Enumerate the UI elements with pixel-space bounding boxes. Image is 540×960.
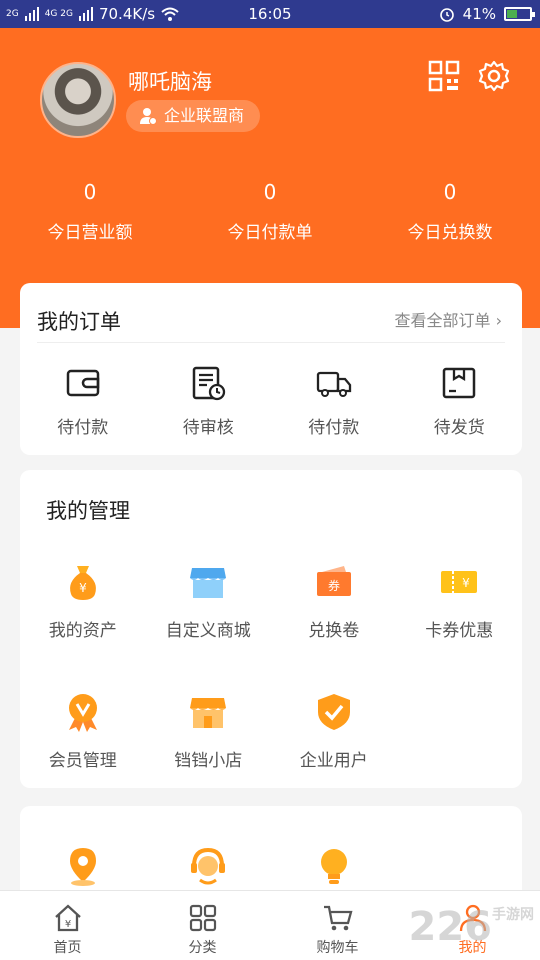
my-assets-button[interactable]: ¥ 我的资产 [20, 562, 146, 641]
location-pin-icon [69, 848, 96, 886]
today-stats: 0 今日营业额 0 今日付款单 0 今日兑换数 [0, 180, 540, 243]
order-label: 待付款 [57, 418, 109, 438]
stat-sales[interactable]: 0 今日营业额 [0, 180, 180, 243]
order-pending-shipment[interactable]: 待发货 [397, 365, 523, 438]
money-bag-icon: ¥ [69, 566, 96, 600]
shop-icon [190, 698, 227, 728]
svg-text:券: 券 [328, 578, 340, 593]
enterprise-users-button[interactable]: 企业用户 [271, 692, 397, 771]
management-title: 我的管理 [46, 499, 130, 523]
svg-text:¥: ¥ [64, 919, 70, 930]
verified-user-icon [140, 108, 157, 125]
stat-value: 0 [443, 180, 457, 204]
stat-label: 今日付款单 [227, 223, 313, 243]
battery-icon [504, 7, 535, 21]
orders-row: 待付款 待审核 待付款 待发货 [20, 365, 522, 438]
tips-button[interactable] [271, 846, 397, 886]
stat-label: 今日兑换数 [407, 223, 493, 243]
watermark-sub: 手游网 [492, 907, 534, 923]
lightbulb-icon [320, 849, 347, 884]
management-label: 自定义商城 [165, 621, 251, 641]
dangdang-shop-button[interactable]: 铛铛小店 [146, 692, 272, 771]
divider [37, 342, 505, 343]
view-all-label: 查看全部订单 [394, 311, 491, 330]
package-icon [443, 367, 476, 399]
orders-card: 我的订单 查看全部订单 › 待付款 待审核 待付款 待发货 [20, 283, 522, 455]
merchant-badge: 企业联盟商 [126, 100, 261, 132]
stat-value: 0 [83, 180, 97, 204]
voucher-icon: 券 [316, 566, 351, 596]
shield-check-icon [317, 694, 350, 730]
management-card: 我的管理 ¥ 我的资产 自定义商城 券 兑换卷 ¥ 卡券优惠 会员管理 铛铛小店 [20, 470, 522, 788]
management-label: 企业用户 [299, 751, 368, 771]
tab-category[interactable]: 分类 [135, 891, 270, 960]
chevron-right-icon: › [495, 311, 502, 330]
tab-label: 首页 [53, 940, 82, 956]
tab-home[interactable]: ¥ 首页 [0, 891, 135, 960]
management-label: 兑换卷 [308, 621, 360, 641]
member-badge-icon [68, 694, 97, 732]
gear-icon[interactable] [478, 60, 510, 92]
order-pending-review[interactable]: 待审核 [146, 365, 272, 438]
truck-icon [316, 371, 351, 397]
member-management-button[interactable]: 会员管理 [20, 692, 146, 771]
order-label: 待发货 [433, 418, 485, 438]
coupon-discount-button[interactable]: ¥ 卡券优惠 [397, 562, 523, 641]
watermark-text: 226 [408, 904, 493, 950]
management-label: 卡券优惠 [425, 621, 494, 641]
order-pending-payment[interactable]: 待付款 [20, 365, 146, 438]
management-label: 我的资产 [48, 621, 117, 641]
tab-label: 购物车 [316, 940, 359, 956]
order-label: 待审核 [182, 418, 234, 438]
services-row [20, 846, 522, 886]
battery-percent: 41% [462, 5, 496, 23]
management-label: 会员管理 [48, 751, 117, 771]
management-row-1: ¥ 我的资产 自定义商城 券 兑换卷 ¥ 卡券优惠 [20, 562, 522, 641]
store-icon [190, 568, 227, 598]
orders-title: 我的订单 [37, 310, 121, 334]
coupon-icon: ¥ [441, 571, 478, 593]
qr-code-icon[interactable] [428, 60, 460, 92]
stat-label: 今日营业额 [47, 223, 133, 243]
username: 哪吒脑海 [128, 70, 212, 94]
merchant-badge-label: 企业联盟商 [164, 106, 245, 125]
status-right: 41% [439, 5, 535, 23]
custom-mall-button[interactable]: 自定义商城 [146, 562, 272, 641]
svg-text:¥: ¥ [462, 576, 470, 590]
avatar[interactable] [40, 62, 116, 138]
alarm-icon [439, 8, 454, 22]
voucher-button[interactable]: 券 兑换卷 [271, 562, 397, 641]
stat-payments[interactable]: 0 今日付款单 [180, 180, 360, 243]
tab-cart[interactable]: 购物车 [270, 891, 405, 960]
view-all-orders-link[interactable]: 查看全部订单 › [394, 307, 502, 331]
order-shipping[interactable]: 待付款 [271, 365, 397, 438]
svg-text:¥: ¥ [79, 581, 87, 595]
management-row-2: 会员管理 铛铛小店 企业用户 [20, 692, 522, 771]
category-icon [189, 904, 216, 932]
tab-label: 分类 [188, 940, 217, 956]
stat-redemptions[interactable]: 0 今日兑换数 [360, 180, 540, 243]
review-doc-icon [193, 366, 226, 401]
home-icon: ¥ [54, 904, 81, 932]
management-label: 铛铛小店 [174, 751, 243, 771]
order-label: 待付款 [308, 418, 360, 438]
cart-icon [323, 905, 353, 931]
status-bar: 2G 4G 2G 70.4K/s 16:05 41% [0, 0, 540, 28]
wallet-icon [66, 369, 99, 397]
address-button[interactable] [20, 846, 146, 886]
watermark-logo: 226手游网 [409, 904, 535, 950]
stat-value: 0 [263, 180, 277, 204]
customer-service-icon [191, 847, 226, 885]
customer-service-button[interactable] [146, 846, 272, 886]
